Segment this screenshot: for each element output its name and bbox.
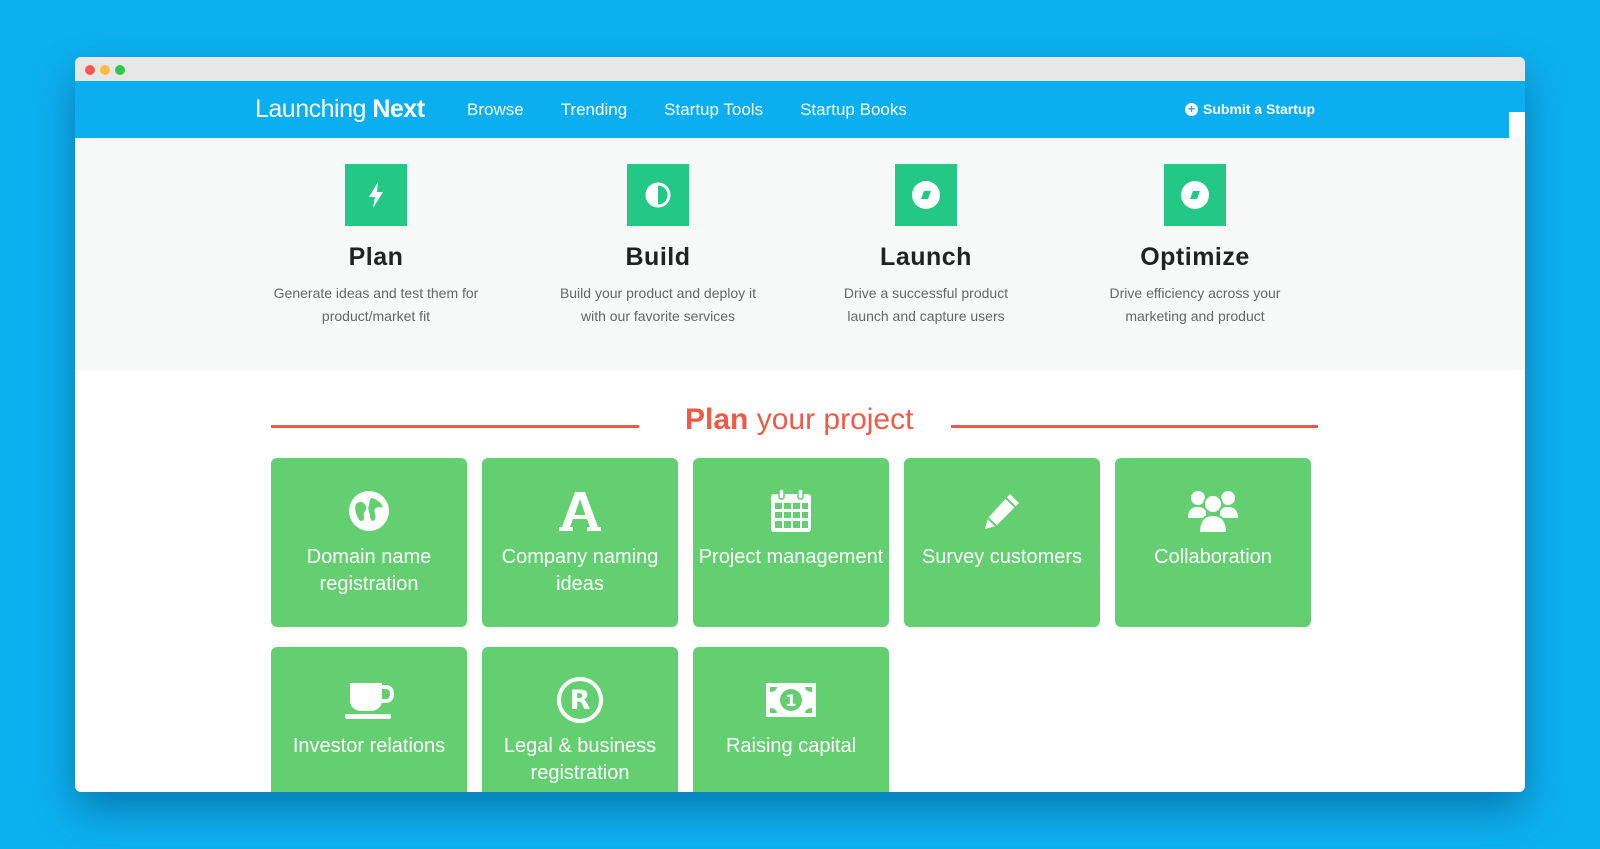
nav-links: Browse Trending Startup Tools Startup Bo…	[467, 100, 944, 120]
maximize-window-button[interactable]	[115, 65, 125, 75]
feature-launch: Launch Drive a successful product launch …	[811, 164, 1041, 328]
features-section: Plan Generate ideas and test them for pro…	[75, 138, 1525, 370]
tile-label: Raising capital	[725, 735, 857, 757]
heading-divider-right	[951, 425, 1318, 428]
tile-domain-name-registration[interactable]: Domain name registration	[271, 458, 467, 627]
top-navbar: Launching Next Browse Trending Startup T…	[75, 81, 1525, 138]
tile-label: Domain name registration	[306, 546, 432, 595]
close-window-button[interactable]	[85, 65, 95, 75]
money-icon: 1	[693, 675, 889, 725]
globe-icon	[271, 486, 467, 536]
users-icon	[1115, 486, 1311, 536]
feature-title: Build	[625, 243, 691, 271]
tile-investor-relations[interactable]: Investor relations	[271, 647, 467, 792]
brand-logo[interactable]: Launching Next	[255, 95, 425, 124]
contrast-icon	[627, 164, 689, 226]
coffee-icon	[271, 675, 467, 725]
registered-icon: R	[482, 675, 678, 725]
feature-title: Launch	[880, 243, 972, 271]
tile-company-naming-ideas[interactable]: Company naming ideas	[482, 458, 678, 627]
svg-text:R: R	[570, 685, 591, 716]
tile-label: Survey customers	[921, 546, 1083, 568]
window-titlebar	[75, 57, 1525, 81]
section-title: Plan your project	[685, 403, 914, 436]
font-icon	[482, 486, 678, 536]
tile-collaboration[interactable]: Collaboration	[1115, 458, 1311, 627]
svg-text:1: 1	[785, 691, 796, 710]
compass-icon	[895, 164, 957, 226]
feature-plan: Plan Generate ideas and test them for pro…	[261, 164, 491, 328]
plus-circle-icon: +	[1185, 102, 1198, 116]
scrollbar-gap	[1509, 112, 1525, 138]
submit-startup-button[interactable]: + Submit a Startup	[1185, 101, 1315, 117]
feature-description: Build your product and deploy it with our…	[559, 285, 757, 324]
bolt-icon	[345, 164, 407, 226]
tile-label: Legal & business registration	[503, 735, 657, 784]
feature-description: Drive a successful product launch and cap…	[843, 285, 1009, 324]
tile-raising-capital[interactable]: 1 Raising capital	[693, 647, 889, 792]
brand-light: Launching	[255, 95, 373, 123]
pencil-icon	[904, 486, 1100, 536]
heading-divider-left	[271, 425, 639, 428]
nav-startup-tools[interactable]: Startup Tools	[664, 100, 763, 120]
tile-legal-business-registration[interactable]: R Legal & business registration	[482, 647, 678, 792]
tile-project-management[interactable]: Project management	[693, 458, 889, 627]
tile-label: Project management	[698, 546, 884, 568]
tile-label: Collaboration	[1154, 546, 1272, 568]
nav-startup-books[interactable]: Startup Books	[800, 100, 907, 120]
brand-bold: Next	[372, 95, 425, 123]
feature-build: Build Build your product and deploy it wi…	[543, 164, 773, 328]
browser-window: Launching Next Browse Trending Startup T…	[75, 57, 1525, 792]
section-heading: Plan your project	[75, 403, 1525, 443]
feature-title: Optimize	[1140, 243, 1250, 271]
tile-label: Company naming ideas	[501, 546, 659, 595]
nav-browse[interactable]: Browse	[467, 100, 524, 120]
feature-description: Drive efficiency across your marketing an…	[1109, 285, 1281, 324]
feature-description: Generate ideas and test them for product/…	[273, 285, 479, 324]
minimize-window-button[interactable]	[100, 65, 110, 75]
calendar-icon	[693, 486, 889, 536]
tile-survey-customers[interactable]: Survey customers	[904, 458, 1100, 627]
nav-trending[interactable]: Trending	[561, 100, 627, 120]
feature-title: Plan	[348, 243, 404, 271]
tile-label: Investor relations	[292, 735, 446, 757]
feature-optimize: Optimize Drive efficiency across your mar…	[1080, 164, 1310, 328]
compass-icon	[1164, 164, 1226, 226]
submit-startup-label: Submit a Startup	[1203, 101, 1316, 117]
